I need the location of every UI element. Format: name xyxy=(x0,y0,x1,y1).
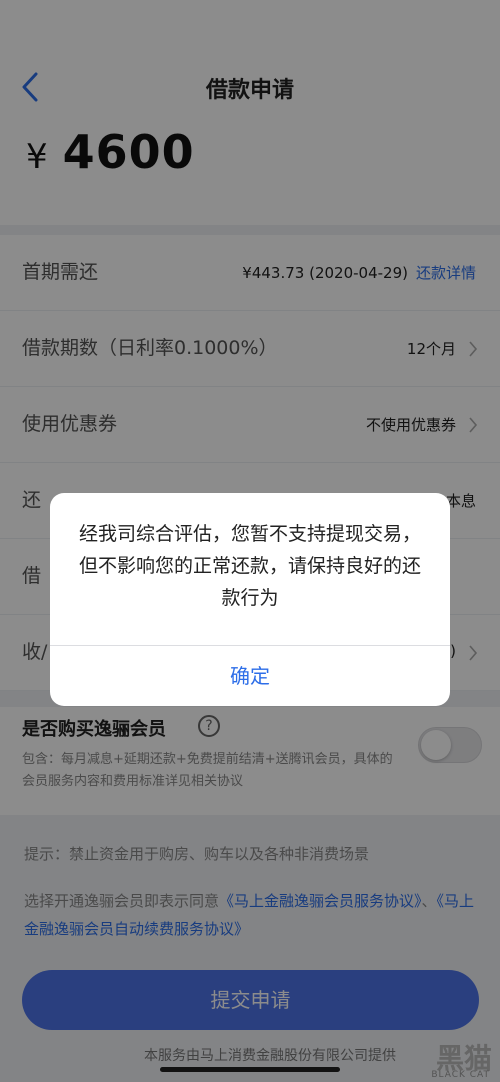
alert-dialog: 经我司综合评估，您暂不支持提现交易，但不影响您的正常还款，请保持良好的还款行为 … xyxy=(50,493,450,706)
confirm-button[interactable]: 确定 xyxy=(50,646,450,706)
dialog-message: 经我司综合评估，您暂不支持提现交易，但不影响您的正常还款，请保持良好的还款行为 xyxy=(78,523,421,609)
